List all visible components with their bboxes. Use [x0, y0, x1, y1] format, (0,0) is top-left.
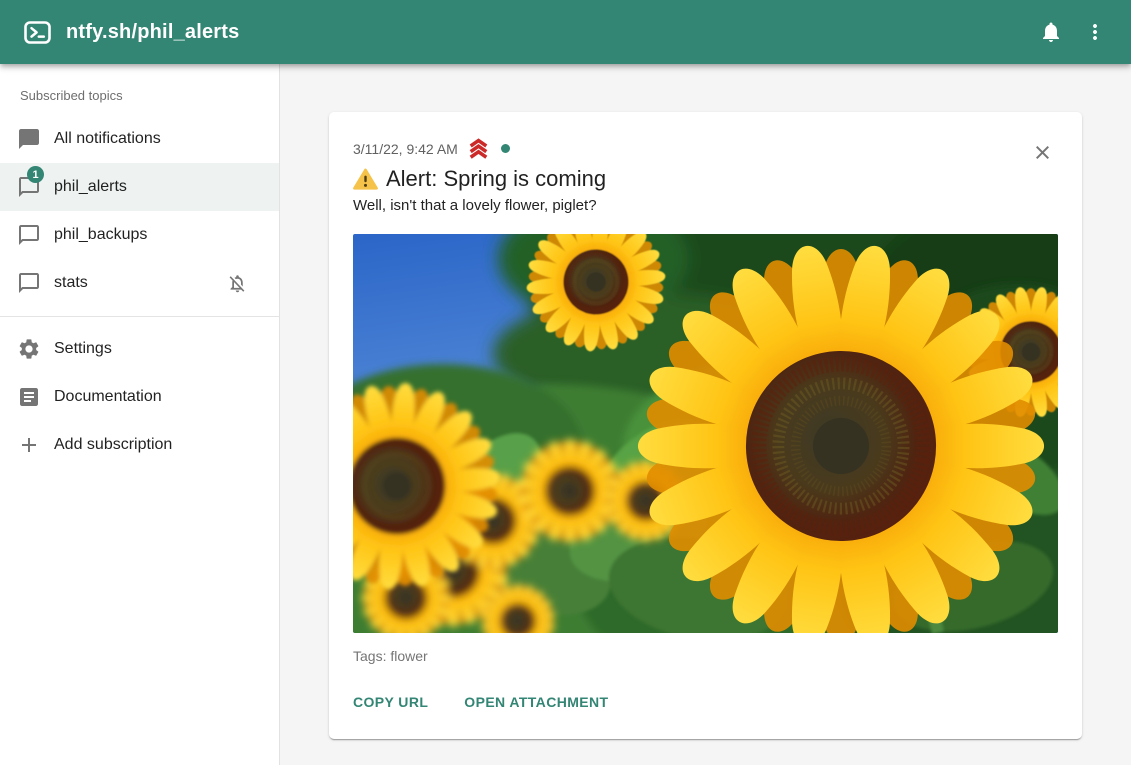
article-icon [17, 385, 41, 409]
close-notification-button[interactable] [1028, 138, 1056, 166]
sidebar-item-add-subscription[interactable]: Add subscription [0, 421, 279, 469]
notification-meta-row: 3/11/22, 9:42 AM [353, 138, 1058, 159]
chat-bubble-filled-icon [17, 127, 41, 151]
bell-off-icon [225, 271, 249, 295]
app-bar: ntfy.sh/phil_alerts [0, 0, 1131, 64]
chat-bubble-outline-icon [17, 223, 41, 247]
sidebar-item-label: stats [54, 274, 225, 292]
notification-tags: Tags: flower [353, 648, 1058, 664]
notification-card: 3/11/22, 9:42 AM [329, 112, 1082, 739]
chat-bubble-outline-icon [17, 271, 41, 295]
sidebar-item-all-notifications[interactable]: All notifications [0, 115, 279, 163]
notifications-bell-button[interactable] [1029, 10, 1073, 54]
sidebar-item-settings[interactable]: Settings [0, 325, 279, 373]
notification-actions: COPY URL OPEN ATTACHMENT [345, 689, 1058, 715]
notification-body: Well, isn't that a lovely flower, piglet… [353, 197, 1058, 214]
gear-icon [17, 337, 41, 361]
notification-timestamp: 3/11/22, 9:42 AM [353, 141, 458, 157]
priority-max-icon [466, 138, 491, 159]
sidebar-item-label: Settings [54, 340, 249, 358]
warning-icon [353, 168, 378, 190]
attachment-image[interactable] [353, 234, 1058, 633]
sidebar-item-stats[interactable]: stats [0, 259, 279, 307]
sidebar-item-documentation[interactable]: Documentation [0, 373, 279, 421]
sidebar-item-phil-alerts[interactable]: 1 phil_alerts [0, 163, 279, 211]
sidebar-item-phil-backups[interactable]: phil_backups [0, 211, 279, 259]
notification-title: Alert: Spring is coming [353, 166, 1058, 192]
sidebar-item-label: Documentation [54, 388, 249, 406]
open-attachment-button[interactable]: OPEN ATTACHMENT [456, 689, 616, 715]
kebab-menu-icon [1083, 20, 1107, 44]
ntfy-logo [24, 21, 51, 44]
subscribed-topics-label: Subscribed topics [0, 64, 279, 115]
copy-url-button[interactable]: COPY URL [345, 689, 436, 715]
app-bar-title: ntfy.sh/phil_alerts [66, 21, 239, 44]
sidebar-item-label: phil_backups [54, 226, 249, 244]
sidebar-divider [0, 316, 279, 317]
unread-count-badge: 1 [27, 166, 44, 183]
main-content: 3/11/22, 9:42 AM [280, 64, 1131, 765]
sidebar-item-label: Add subscription [54, 436, 249, 454]
plus-icon [17, 433, 41, 457]
notification-title-text: Alert: Spring is coming [386, 166, 606, 192]
overflow-menu-button[interactable] [1073, 10, 1117, 54]
sidebar-item-label: All notifications [54, 130, 249, 148]
sidebar: Subscribed topics All notifications 1 ph… [0, 64, 280, 765]
unread-dot [501, 144, 510, 153]
close-icon [1032, 142, 1053, 163]
bell-icon [1039, 20, 1063, 44]
sidebar-item-label: phil_alerts [54, 178, 249, 196]
